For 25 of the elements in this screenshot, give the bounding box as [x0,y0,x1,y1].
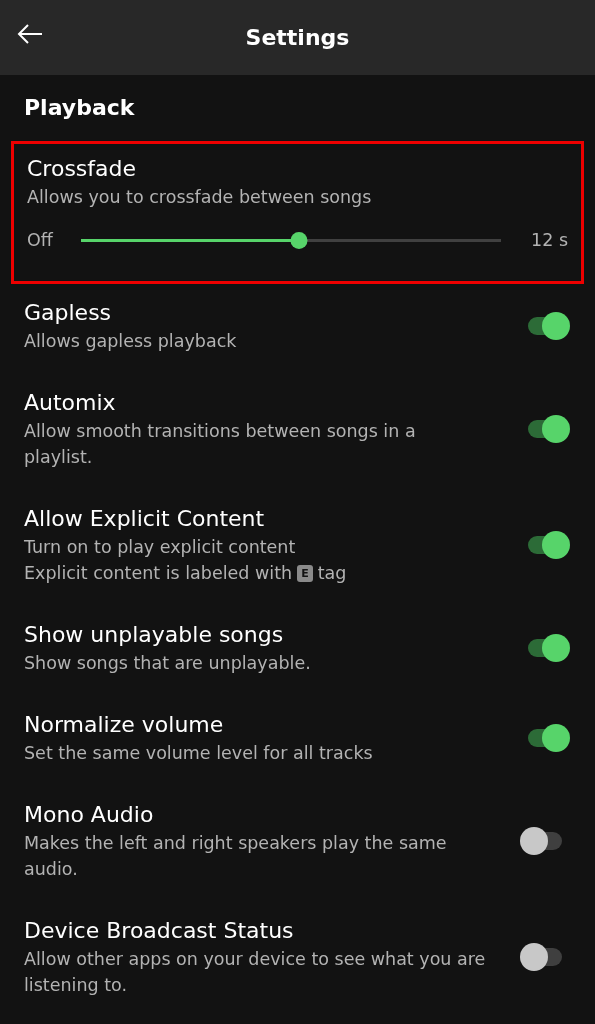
page-title: Settings [245,25,350,50]
setting-title: Mono Audio [24,801,155,829]
setting-title: Show unplayable songs [24,621,285,649]
explicit-tag: E [297,564,313,582]
back-arrow-icon[interactable] [17,24,43,44]
note-text: Explicit content is labeled with [24,562,293,585]
section-title: Playback [23,94,136,122]
setting-title: Automix [24,389,117,417]
setting-description: Turn on to play explicit content [24,536,297,559]
setting-title: Normalize volume [24,711,225,739]
setting-title: Gapless [24,299,113,327]
slider-min-label: Off [27,230,53,250]
slider-thumb[interactable] [290,231,308,249]
slider-max-label: 12 s [531,230,568,250]
note-text: tag [317,562,347,585]
setting-description: Makes the left and right speakers play the same audio. [24,832,448,881]
setting-description: Set the same volume level for all tracks [24,742,374,765]
setting-description: Allows gapless playback [24,330,238,353]
setting-description: Allow other apps on your device to see what you are listening to. [24,948,486,997]
setting-title: Crossfade [27,155,138,183]
setting-description: Allows you to crossfade between songs [27,186,373,209]
setting-description: Allow smooth transitions between songs in a playlist. [24,420,417,469]
setting-title: Device Broadcast Status [24,917,295,945]
setting-title: Allow Explicit Content [24,505,266,533]
setting-description: Show songs that are unplayable. [24,652,312,675]
